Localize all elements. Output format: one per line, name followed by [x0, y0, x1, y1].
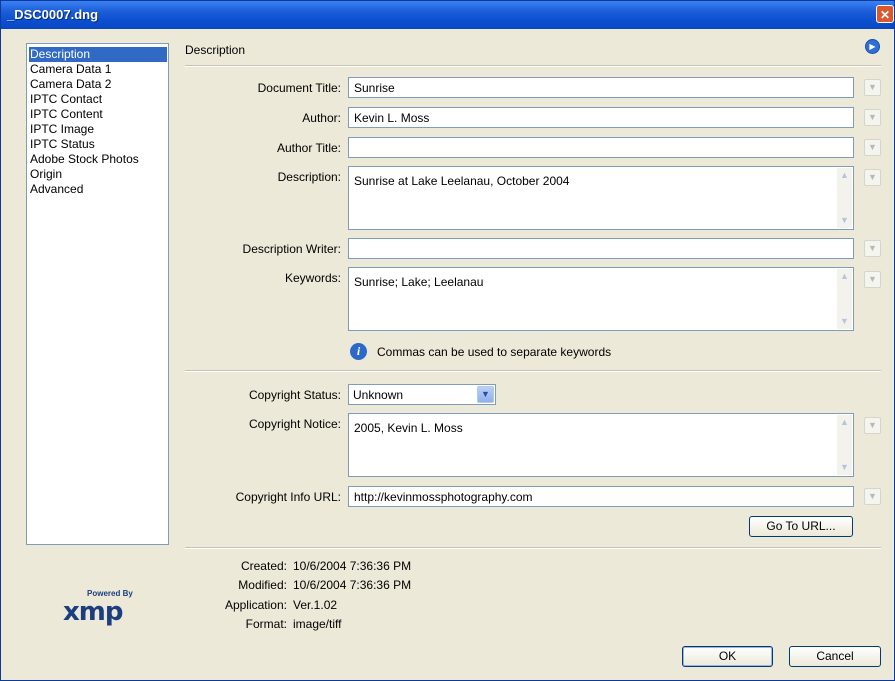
document-title-field[interactable]: Sunrise: [348, 77, 854, 98]
copyright-notice-scrollbar[interactable]: ▲ ▼: [837, 415, 852, 475]
keywords-scrollbar[interactable]: ▲ ▼: [837, 269, 852, 329]
scroll-up-icon[interactable]: ▲: [839, 170, 850, 181]
description-text: Sunrise at Lake Leelanau, October 2004: [354, 174, 570, 188]
copyright-url-label: Copyright Info URL:: [235, 490, 341, 504]
keywords-hint: Commas can be used to separate keywords: [377, 345, 612, 359]
copyright-url-dropdown[interactable]: ▼: [864, 488, 881, 505]
copyright-notice-text: 2005, Kevin L. Moss: [354, 421, 463, 435]
sidebar-item-description[interactable]: Description: [29, 47, 167, 62]
sidebar-item-origin[interactable]: Origin: [29, 167, 167, 182]
format-value: image/tiff: [293, 617, 342, 631]
keywords-dropdown[interactable]: ▼: [864, 271, 881, 288]
copyright-status-select[interactable]: Unknown ▼: [348, 384, 496, 405]
document-title-label: Document Title:: [257, 81, 341, 95]
author-field[interactable]: Kevin L. Moss: [348, 107, 854, 128]
author-dropdown[interactable]: ▼: [864, 109, 881, 126]
sidebar-item-iptc-contact[interactable]: IPTC Contact: [29, 92, 167, 107]
modified-value: 10/6/2004 7:36:36 PM: [293, 578, 412, 592]
description-field[interactable]: Sunrise at Lake Leelanau, October 2004 ▲…: [348, 166, 854, 230]
author-title-field[interactable]: [348, 137, 854, 158]
author-label: Author:: [302, 111, 341, 125]
created-value: 10/6/2004 7:36:36 PM: [293, 559, 412, 573]
go-to-url-button[interactable]: Go To URL...: [749, 516, 853, 537]
application-label: Application:: [224, 598, 287, 612]
sidebar-item-iptc-content[interactable]: IPTC Content: [29, 107, 167, 122]
sidebar-item-adobe-stock-photos[interactable]: Adobe Stock Photos: [29, 152, 167, 167]
keywords-text: Sunrise; Lake; Leelanau: [354, 275, 484, 289]
sidebar-item-camera-data-1[interactable]: Camera Data 1: [29, 62, 167, 77]
scroll-up-icon[interactable]: ▲: [839, 271, 850, 282]
cancel-button[interactable]: Cancel: [789, 646, 881, 667]
author-title-label: Author Title:: [276, 141, 341, 155]
modified-label: Modified:: [238, 578, 287, 592]
circle-arrow-icon[interactable]: ▶: [865, 39, 880, 54]
description-dropdown[interactable]: ▼: [864, 169, 881, 186]
application-value: Ver.1.02: [293, 598, 338, 612]
description-scrollbar[interactable]: ▲ ▼: [837, 168, 852, 228]
copyright-status-value: Unknown: [353, 388, 404, 402]
title-bar[interactable]: _DSC0007.dng ✕: [1, 1, 894, 29]
scroll-down-icon[interactable]: ▼: [839, 462, 850, 473]
format-label: Format:: [245, 617, 287, 631]
close-button[interactable]: ✕: [876, 5, 894, 23]
category-list: Description Camera Data 1 Camera Data 2 …: [26, 43, 169, 545]
divider: [185, 65, 881, 67]
document-title-dropdown[interactable]: ▼: [864, 79, 881, 96]
xmp-logo: xmp: [63, 597, 123, 627]
sidebar-item-iptc-image[interactable]: IPTC Image: [29, 122, 167, 137]
divider: [185, 547, 881, 549]
copyright-notice-label: Copyright Notice:: [248, 417, 341, 431]
created-label: Created:: [240, 559, 287, 573]
info-icon: i: [350, 343, 367, 360]
scroll-down-icon[interactable]: ▼: [839, 215, 850, 226]
copyright-url-field[interactable]: http://kevinmossphotography.com: [348, 486, 854, 507]
keywords-field[interactable]: Sunrise; Lake; Leelanau ▲ ▼: [348, 267, 854, 331]
ok-button[interactable]: OK: [682, 646, 773, 667]
chevron-down-icon[interactable]: ▼: [477, 386, 494, 403]
description-writer-dropdown[interactable]: ▼: [864, 240, 881, 257]
author-title-dropdown[interactable]: ▼: [864, 139, 881, 156]
copyright-notice-dropdown[interactable]: ▼: [864, 417, 881, 434]
keywords-label: Keywords:: [284, 271, 341, 285]
scroll-down-icon[interactable]: ▼: [839, 316, 850, 327]
sidebar-item-advanced[interactable]: Advanced: [29, 182, 167, 197]
sidebar-item-iptc-status[interactable]: IPTC Status: [29, 137, 167, 152]
description-label: Description:: [277, 170, 341, 184]
sidebar-item-camera-data-2[interactable]: Camera Data 2: [29, 77, 167, 92]
copyright-status-label: Copyright Status:: [248, 388, 341, 402]
section-title: Description: [185, 43, 246, 57]
divider: [185, 370, 881, 372]
scroll-up-icon[interactable]: ▲: [839, 417, 850, 428]
copyright-notice-field[interactable]: 2005, Kevin L. Moss ▲ ▼: [348, 413, 854, 477]
description-writer-field[interactable]: [348, 238, 854, 259]
description-writer-label: Description Writer:: [242, 242, 341, 256]
window-title: _DSC0007.dng: [7, 7, 99, 22]
file-info-dialog: _DSC0007.dng ✕ Description Camera Data 1…: [0, 0, 895, 681]
